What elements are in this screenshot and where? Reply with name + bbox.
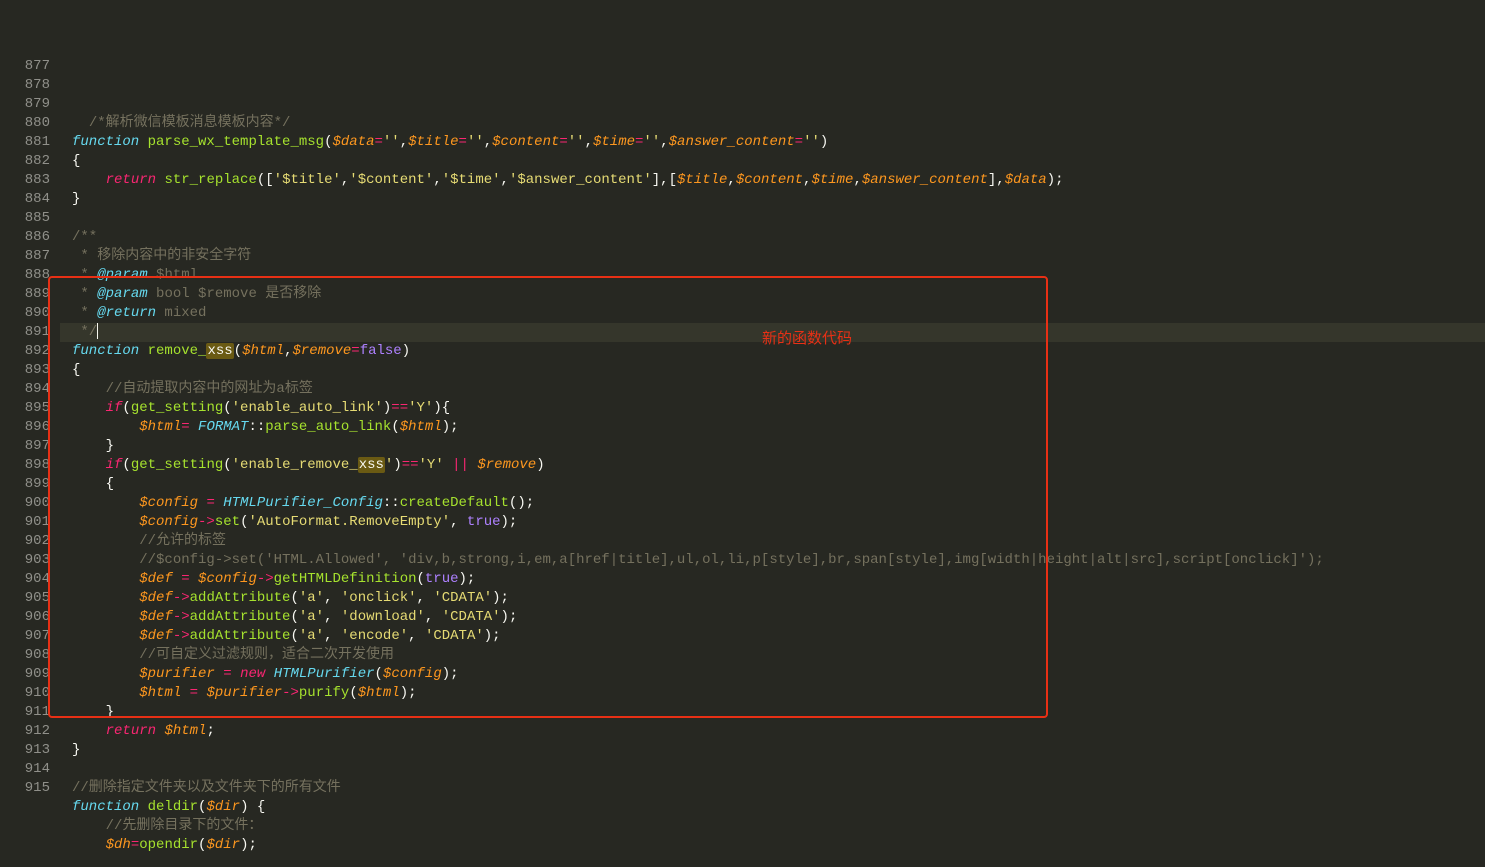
code-line-898[interactable]: $config->set('AutoFormat.RemoveEmpty', t… <box>72 514 517 530</box>
code-line-887[interactable]: * @return mixed <box>72 305 206 321</box>
code-line-908[interactable]: } <box>72 704 114 720</box>
code-line-878[interactable]: function parse_wx_template_msg($data='',… <box>72 134 828 150</box>
code-line-900[interactable]: //$config->set('HTML.Allowed', 'div,b,st… <box>72 552 1324 568</box>
code-line-912[interactable]: //删除指定文件夹以及文件夹下的所有文件 <box>72 780 341 796</box>
code-line-892[interactable]: if(get_setting('enable_auto_link')=='Y')… <box>72 400 450 416</box>
code-line-877[interactable]: /*解析微信模板消息模板内容*/ <box>89 115 291 131</box>
code-line-913[interactable]: function deldir($dir) { <box>72 799 265 815</box>
code-editor[interactable]: 877 878 879 880 881 882 883 884 885 886 … <box>0 57 1485 791</box>
code-line-905[interactable]: //可自定义过滤规则，适合二次开发使用 <box>72 647 394 663</box>
code-line-885[interactable]: * @param $html <box>72 267 198 283</box>
text-cursor <box>97 323 98 339</box>
code-line-896[interactable]: { <box>72 476 114 492</box>
code-line-899[interactable]: //允许的标签 <box>72 533 226 549</box>
code-line-893[interactable]: $html= FORMAT::parse_auto_link($html); <box>72 419 459 435</box>
code-line-901[interactable]: $def = $config->getHTMLDefinition(true); <box>72 571 475 587</box>
code-line-909[interactable]: return $html; <box>72 723 215 739</box>
code-line-897[interactable]: $config = HTMLPurifier_Config::createDef… <box>72 495 534 511</box>
code-line-889[interactable]: function remove_xss($html,$remove=false) <box>72 343 410 359</box>
code-line-915[interactable]: $dh=opendir($dir); <box>72 837 257 853</box>
code-line-903[interactable]: $def->addAttribute('a', 'download', 'CDA… <box>72 609 517 625</box>
code-line-881[interactable]: } <box>72 191 80 207</box>
search-highlight: xss <box>358 457 385 473</box>
code-line-914[interactable]: //先删除目录下的文件： <box>72 818 262 834</box>
code-line-894[interactable]: } <box>72 438 114 454</box>
code-line-886[interactable]: * @param bool $remove 是否移除 <box>72 286 321 302</box>
code-line-907[interactable]: $html = $purifier->purify($html); <box>72 685 417 701</box>
code-line-890[interactable]: { <box>72 362 80 378</box>
code-area[interactable]: 新的函数代码 /*解析微信模板消息模板内容*/ function parse_w… <box>60 57 1485 791</box>
line-number-gutter: 877 878 879 880 881 882 883 884 885 886 … <box>0 57 60 791</box>
code-line-883[interactable]: /** <box>72 229 97 245</box>
code-line-880[interactable]: return str_replace(['$title','$content',… <box>72 172 1064 188</box>
search-highlight: xss <box>206 343 233 359</box>
code-line-904[interactable]: $def->addAttribute('a', 'encode', 'CDATA… <box>72 628 501 644</box>
code-line-879[interactable]: { <box>72 153 80 169</box>
code-line-895[interactable]: if(get_setting('enable_remove_xss')=='Y'… <box>72 457 545 473</box>
code-line-910[interactable]: } <box>72 742 80 758</box>
code-line-888[interactable]: */ <box>60 323 1485 342</box>
code-line-891[interactable]: //自动提取内容中的网址为a标签 <box>72 381 313 397</box>
code-line-884[interactable]: * 移除内容中的非安全字符 <box>72 248 251 264</box>
code-line-902[interactable]: $def->addAttribute('a', 'onclick', 'CDAT… <box>72 590 509 606</box>
code-line-906[interactable]: $purifier = new HTMLPurifier($config); <box>72 666 459 682</box>
